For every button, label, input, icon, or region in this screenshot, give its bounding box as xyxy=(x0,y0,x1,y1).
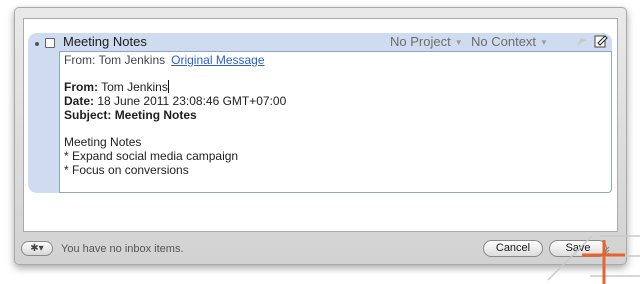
save-button[interactable]: Save xyxy=(549,240,607,257)
date-header: Date: 18 June 2011 23:08:46 GMT+07:00 xyxy=(64,94,611,108)
resize-grip-icon[interactable] xyxy=(600,246,610,256)
original-message-link[interactable]: Original Message xyxy=(171,53,264,67)
body-bullet: * Expand social media campaign xyxy=(64,149,239,163)
from-label: From: xyxy=(64,80,98,94)
inbox-window: Meeting Notes No Project ▼ No Context ▼ Fr… xyxy=(14,7,627,265)
from-header: From: Tom Jenkins xyxy=(64,80,611,94)
subject-value: Meeting Notes xyxy=(114,108,197,122)
note-editor[interactable]: From: Tom Jenkins Original Message From: … xyxy=(59,51,612,193)
cancel-button[interactable]: Cancel xyxy=(483,240,543,257)
from-line: From: Tom Jenkins Original Message xyxy=(64,53,611,67)
date-value: 18 June 2011 23:08:46 GMT+07:00 xyxy=(97,94,287,108)
chevron-down-icon: ▼ xyxy=(540,38,548,48)
flag-icon[interactable] xyxy=(576,37,588,47)
body-title: Meeting Notes xyxy=(64,135,142,149)
gear-menu-button[interactable]: ✱▾ xyxy=(21,241,53,256)
bullet-dot xyxy=(35,42,39,46)
body-bullet: * Focus on conversions xyxy=(64,163,189,177)
note-icon[interactable] xyxy=(594,34,608,48)
from-value: Tom Jenkins xyxy=(101,80,168,94)
gear-icon: ✱▾ xyxy=(30,243,44,254)
task-list: Meeting Notes No Project ▼ No Context ▼ Fr… xyxy=(23,18,618,232)
task-checkbox[interactable] xyxy=(45,38,55,48)
status-bar: ✱▾ You have no inbox items. Cancel Save xyxy=(21,240,619,258)
text-cursor xyxy=(167,80,169,93)
subject-header: Subject: Meeting Notes xyxy=(64,108,611,122)
date-label: Date: xyxy=(64,94,95,108)
context-label: No Context xyxy=(471,34,537,49)
status-message: You have no inbox items. xyxy=(61,243,184,255)
from-line-label: From: Tom Jenkins xyxy=(64,53,166,67)
chevron-down-icon: ▼ xyxy=(454,38,463,48)
task-row[interactable]: Meeting Notes No Project ▼ No Context ▼ Fr… xyxy=(28,33,612,193)
subject-label: Subject: xyxy=(64,108,112,122)
project-selector[interactable]: No Project ▼ xyxy=(390,34,463,49)
context-selector[interactable]: No Context ▼ xyxy=(471,34,548,49)
project-label: No Project xyxy=(390,34,451,49)
task-title[interactable]: Meeting Notes xyxy=(63,34,147,49)
